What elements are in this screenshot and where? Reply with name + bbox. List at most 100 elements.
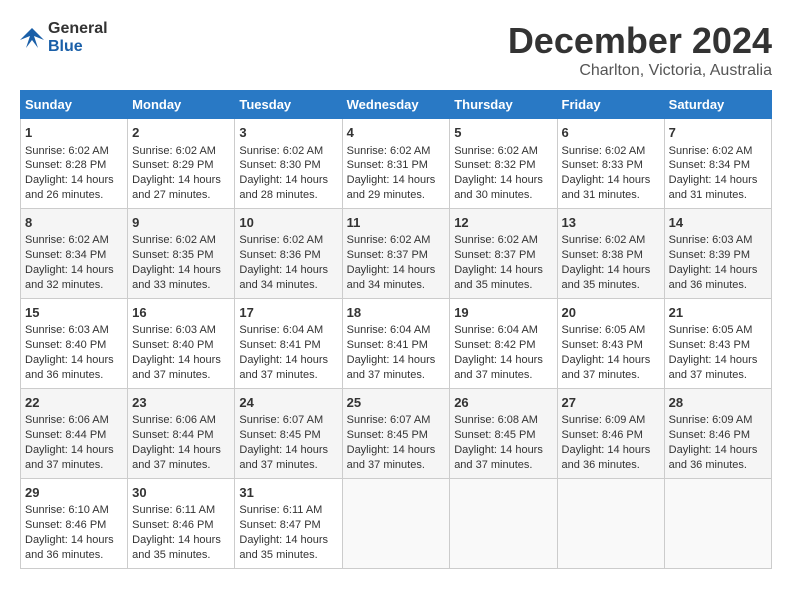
logo-bird-icon [20, 26, 44, 50]
calendar-cell: 15Sunrise: 6:03 AMSunset: 8:40 PMDayligh… [21, 298, 128, 388]
calendar-week-2: 8 Sunrise: 6:02 AM Sunset: 8:34 PM Daylight… [21, 208, 772, 298]
day-number: 30 [132, 484, 230, 502]
sunset-text: Sunset: 8:30 PM [239, 159, 320, 171]
daylight-text: Daylight: 14 hours and 35 minutes. [562, 264, 651, 291]
calendar-cell: 20Sunrise: 6:05 AMSunset: 8:43 PMDayligh… [557, 298, 664, 388]
logo: General Blue [20, 20, 108, 56]
sunrise-text: Sunrise: 6:02 AM [25, 145, 109, 157]
calendar-cell: 27Sunrise: 6:09 AMSunset: 8:46 PMDayligh… [557, 388, 664, 478]
sunrise-text: Sunrise: 6:03 AM [669, 234, 753, 246]
sunrise-text: Sunrise: 6:05 AM [669, 324, 753, 336]
sunset-text: Sunset: 8:35 PM [132, 249, 213, 261]
day-number: 11 [347, 214, 446, 232]
daylight-text: Daylight: 14 hours and 36 minutes. [669, 264, 758, 291]
day-number: 18 [347, 304, 446, 322]
day-number: 28 [669, 394, 767, 412]
daylight-text: Daylight: 14 hours and 37 minutes. [454, 354, 543, 381]
day-number: 16 [132, 304, 230, 322]
calendar-cell: 12Sunrise: 6:02 AMSunset: 8:37 PMDayligh… [450, 208, 557, 298]
day-number: 14 [669, 214, 767, 232]
sunrise-text: Sunrise: 6:02 AM [562, 234, 646, 246]
title-area: December 2024 Charlton, Victoria, Austra… [508, 20, 772, 80]
sunrise-text: Sunrise: 6:02 AM [132, 145, 216, 157]
daylight-text: Daylight: 14 hours and 36 minutes. [25, 534, 114, 561]
sunrise-text: Sunrise: 6:02 AM [562, 145, 646, 157]
daylight-text: Daylight: 14 hours and 32 minutes. [25, 264, 114, 291]
day-number: 4 [347, 124, 446, 142]
daylight-text: Daylight: 14 hours and 37 minutes. [132, 444, 221, 471]
daylight-text: Daylight: 14 hours and 35 minutes. [132, 534, 221, 561]
month-title: December 2024 [508, 20, 772, 62]
location-title: Charlton, Victoria, Australia [508, 62, 772, 80]
sunrise-text: Sunrise: 6:02 AM [239, 145, 323, 157]
sunset-text: Sunset: 8:34 PM [669, 159, 750, 171]
sunrise-text: Sunrise: 6:10 AM [25, 504, 109, 516]
daylight-text: Daylight: 14 hours and 37 minutes. [562, 354, 651, 381]
calendar-week-1: 1Sunrise: 6:02 AMSunset: 8:28 PMDaylight… [21, 119, 772, 209]
calendar-cell: 16Sunrise: 6:03 AMSunset: 8:40 PMDayligh… [128, 298, 235, 388]
calendar-cell: 9Sunrise: 6:02 AMSunset: 8:35 PMDaylight… [128, 208, 235, 298]
sunset-text: Sunset: 8:41 PM [347, 339, 428, 351]
daylight-text: Daylight: 14 hours and 37 minutes. [347, 444, 436, 471]
daylight-text: Daylight: 14 hours and 37 minutes. [669, 354, 758, 381]
sunset-text: Sunset: 8:45 PM [239, 429, 320, 441]
daylight-text: Daylight: 14 hours and 31 minutes. [562, 174, 651, 201]
header-thursday: Thursday [450, 91, 557, 119]
day-number: 23 [132, 394, 230, 412]
day-number: 25 [347, 394, 446, 412]
calendar-cell: 23Sunrise: 6:06 AMSunset: 8:44 PMDayligh… [128, 388, 235, 478]
day-number: 10 [239, 214, 337, 232]
day-number: 17 [239, 304, 337, 322]
calendar-cell: 5Sunrise: 6:02 AMSunset: 8:32 PMDaylight… [450, 119, 557, 209]
day-number: 12 [454, 214, 552, 232]
calendar-table: SundayMondayTuesdayWednesdayThursdayFrid… [20, 90, 772, 569]
sunrise-text: Sunrise: 6:11 AM [239, 504, 322, 516]
header-tuesday: Tuesday [235, 91, 342, 119]
sunrise-text: Sunrise: 6:02 AM [454, 145, 538, 157]
day-number: 19 [454, 304, 552, 322]
daylight-text: Daylight: 14 hours and 26 minutes. [25, 174, 114, 201]
sunrise-text: Sunrise: 6:02 AM [347, 234, 431, 246]
calendar-week-5: 29Sunrise: 6:10 AMSunset: 8:46 PMDayligh… [21, 478, 772, 568]
calendar-cell: 17Sunrise: 6:04 AMSunset: 8:41 PMDayligh… [235, 298, 342, 388]
header-row: SundayMondayTuesdayWednesdayThursdayFrid… [21, 91, 772, 119]
day-number: 27 [562, 394, 660, 412]
daylight-text: Daylight: 14 hours and 31 minutes. [669, 174, 758, 201]
daylight-text: Daylight: 14 hours and 37 minutes. [239, 354, 328, 381]
sunset-text: Sunset: 8:45 PM [454, 429, 535, 441]
daylight-text: Daylight: 14 hours and 35 minutes. [454, 264, 543, 291]
daylight-text: Daylight: 14 hours and 37 minutes. [132, 354, 221, 381]
header-friday: Friday [557, 91, 664, 119]
sunset-text: Sunset: 8:37 PM [347, 249, 428, 261]
sunrise-text: Sunrise: 6:06 AM [25, 414, 109, 426]
calendar-cell: 25Sunrise: 6:07 AMSunset: 8:45 PMDayligh… [342, 388, 450, 478]
sunset-text: Sunset: 8:34 PM [25, 249, 106, 261]
sunset-text: Sunset: 8:29 PM [132, 159, 213, 171]
daylight-text: Daylight: 14 hours and 28 minutes. [239, 174, 328, 201]
sunset-text: Sunset: 8:46 PM [669, 429, 750, 441]
calendar-cell: 3Sunrise: 6:02 AMSunset: 8:30 PMDaylight… [235, 119, 342, 209]
sunset-text: Sunset: 8:46 PM [562, 429, 643, 441]
calendar-cell: 6Sunrise: 6:02 AMSunset: 8:33 PMDaylight… [557, 119, 664, 209]
calendar-cell: 24Sunrise: 6:07 AMSunset: 8:45 PMDayligh… [235, 388, 342, 478]
sunset-text: Sunset: 8:40 PM [132, 339, 213, 351]
header-sunday: Sunday [21, 91, 128, 119]
sunrise-text: Sunrise: 6:08 AM [454, 414, 538, 426]
sunset-text: Sunset: 8:44 PM [25, 429, 106, 441]
sunset-text: Sunset: 8:42 PM [454, 339, 535, 351]
logo-text: General Blue [48, 20, 108, 56]
calendar-cell: 1Sunrise: 6:02 AMSunset: 8:28 PMDaylight… [21, 119, 128, 209]
sunrise-text: Sunrise: 6:04 AM [347, 324, 431, 336]
calendar-cell: 7Sunrise: 6:02 AMSunset: 8:34 PMDaylight… [664, 119, 771, 209]
sunrise-text: Sunrise: 6:07 AM [347, 414, 431, 426]
day-number: 8 [25, 214, 123, 232]
calendar-cell: 18Sunrise: 6:04 AMSunset: 8:41 PMDayligh… [342, 298, 450, 388]
daylight-text: Daylight: 14 hours and 36 minutes. [25, 354, 114, 381]
sunrise-text: Sunrise: 6:09 AM [562, 414, 646, 426]
sunrise-text: Sunrise: 6:07 AM [239, 414, 323, 426]
header: General Blue December 2024 Charlton, Vic… [20, 20, 772, 80]
calendar-cell [342, 478, 450, 568]
sunrise-text: Sunrise: 6:05 AM [562, 324, 646, 336]
sunset-text: Sunset: 8:38 PM [562, 249, 643, 261]
calendar-week-4: 22Sunrise: 6:06 AMSunset: 8:44 PMDayligh… [21, 388, 772, 478]
